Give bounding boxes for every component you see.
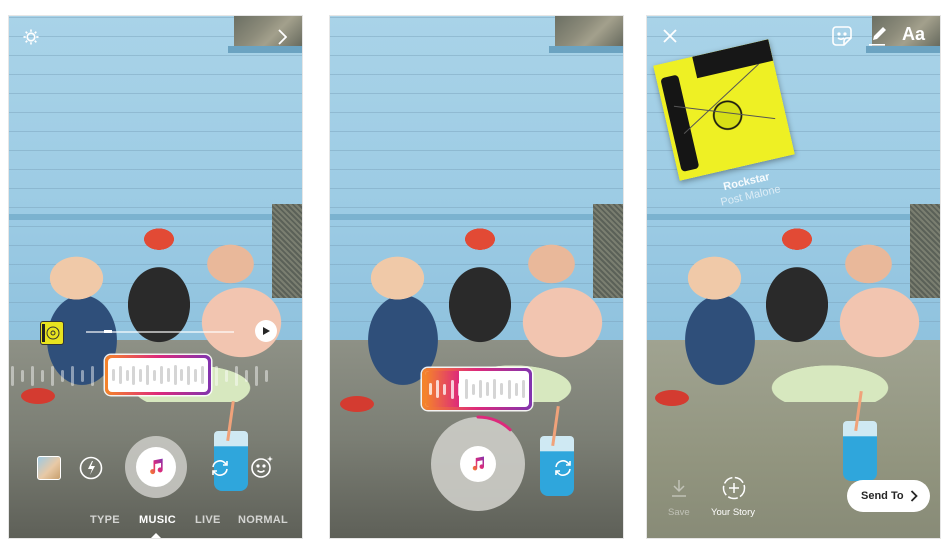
play-icon [263,327,270,335]
chevron-right-icon[interactable] [274,27,290,47]
waveform-faint-bar [225,370,228,382]
waveform-bar [153,369,157,381]
waveform-faint-bar [31,366,34,386]
waveform-faint-bar [245,370,248,382]
waveform-bar [429,383,433,395]
waveform-faint-bar [41,370,44,382]
phone-screen-camera-music: TYPE MUSIC LIVE NORMAL [8,15,303,539]
waveform-bar [450,379,454,399]
your-story-label[interactable]: Your Story [711,507,755,518]
music-note-icon [150,458,163,475]
active-mode-indicator [151,533,161,538]
waveform-bar [125,369,129,381]
waveform-faint-bar [61,370,64,382]
waveform-faint-bar [255,366,258,386]
waveform-bar [173,365,177,385]
album-art-thumbnail[interactable] [40,321,64,345]
draw-icon[interactable] [867,25,889,47]
face-effects-icon[interactable] [249,454,275,480]
waveform-bar [493,379,497,399]
waveform-faint-bar [91,366,94,386]
waveform-bar [194,368,198,382]
music-note-icon [472,456,485,471]
waveform-bar [118,366,122,384]
waveform-bar [443,383,447,395]
close-icon[interactable] [661,27,679,45]
chevron-right-icon [910,490,918,502]
play-button[interactable] [255,320,277,342]
camera-mode-bar: TYPE MUSIC LIVE NORMAL [9,510,302,526]
mode-normal[interactable]: NORMAL [238,514,288,526]
waveform-faint-bar [81,370,84,382]
flip-camera-icon[interactable] [208,456,232,480]
waveform-bar [479,380,482,398]
waveform-faint-bar [11,366,14,386]
waveform-faint-left [11,363,94,389]
gear-icon[interactable] [21,27,41,47]
gallery-thumbnail[interactable] [37,456,61,480]
waveform-bar [486,382,490,396]
save-icon[interactable] [670,479,688,497]
waveform [425,371,529,407]
waveform-bar [457,382,461,396]
flash-icon[interactable] [79,456,103,480]
waveform-faint-bar [215,366,218,386]
phone-screen-recording [329,15,624,539]
mode-live[interactable]: LIVE [195,514,221,526]
waveform-bar [514,382,518,396]
waveform-faint-bar [21,370,24,382]
send-to-button[interactable]: Send To [847,480,930,512]
mode-music[interactable]: MUSIC [139,514,176,526]
save-label[interactable]: Save [668,507,690,518]
waveform-faint-bar [265,370,268,382]
song-clip-selector[interactable] [105,355,211,395]
waveform-bar [464,379,468,399]
waveform-bar [521,380,525,398]
song-scrubber-handle[interactable] [104,330,112,333]
waveform-bar [507,379,511,399]
waveform-faint-bar [51,366,54,386]
flip-camera-icon[interactable] [551,456,575,480]
sticker-icon[interactable] [831,25,853,47]
waveform-bar [471,383,475,395]
capture-button[interactable] [125,436,187,498]
waveform-bar [500,383,504,395]
add-to-story-icon[interactable] [722,476,746,500]
waveform-faint-bar [71,366,74,386]
waveform-bar [139,368,143,382]
phone-screen-story-editor: Aa Rockstar Post Malone Save Your Story … [646,15,941,539]
waveform-bar [111,369,115,381]
waveform-bar [180,369,184,381]
waveform-bar [187,365,191,385]
waveform-bar [166,368,170,382]
waveform-bar [436,380,440,398]
waveform-faint-right [215,363,268,389]
waveform-bar [132,365,136,385]
waveform-bar [159,366,163,384]
mode-type[interactable]: TYPE [90,514,120,526]
song-clip-progress [422,368,532,410]
waveform-faint-bar [235,366,238,386]
waveform-bar [146,365,150,385]
capture-button-recording[interactable] [460,446,496,482]
waveform [108,358,208,392]
waveform-bar [201,366,205,384]
send-to-label: Send To [861,490,904,502]
text-tool-button[interactable]: Aa [902,24,925,45]
